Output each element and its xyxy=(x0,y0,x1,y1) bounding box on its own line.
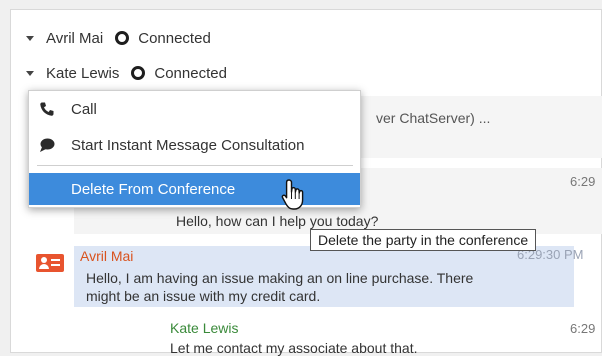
party-row-kate[interactable]: Kate Lewis Connected xyxy=(26,62,227,84)
menu-item-label: Start Instant Message Consultation xyxy=(71,136,305,154)
message-text: Let me contact my associate about that. xyxy=(170,340,418,356)
menu-item-label: Delete From Conference xyxy=(71,180,236,198)
party-status: Connected xyxy=(154,64,227,82)
menu-item-label: Call xyxy=(71,100,97,118)
hand-pointer-cursor-icon xyxy=(280,178,310,212)
chat-bubble-icon xyxy=(39,137,55,153)
menu-divider xyxy=(37,165,353,166)
contact-card-icon xyxy=(36,254,64,272)
party-status: Connected xyxy=(138,29,211,47)
message-text: Hello, I am having an issue making an on… xyxy=(86,270,474,304)
caret-down-icon[interactable] xyxy=(26,35,34,41)
party-row-avril[interactable]: Avril Mai Connected xyxy=(26,27,211,49)
menu-item-call[interactable]: Call xyxy=(29,93,360,125)
menu-item-start-im-consultation[interactable]: Start Instant Message Consultation xyxy=(29,129,360,161)
phone-icon xyxy=(39,101,55,117)
system-message-text: ver ChatServer) ... xyxy=(376,110,491,126)
message-sender: Kate Lewis xyxy=(170,320,239,336)
message-sender: Avril Mai xyxy=(80,248,134,264)
message-time: 6:29 xyxy=(570,321,596,336)
message-text: Hello, how can I help you today? xyxy=(176,213,379,229)
party-name: Avril Mai xyxy=(46,29,104,47)
party-name: Kate Lewis xyxy=(46,64,120,82)
message-time: 6:29 xyxy=(570,174,596,189)
tooltip: Delete the party in the conference xyxy=(310,229,537,251)
caret-down-icon[interactable] xyxy=(26,70,34,76)
menu-item-delete-from-conference[interactable]: Delete From Conference xyxy=(29,173,360,205)
connected-status-icon xyxy=(115,31,130,45)
connected-status-icon xyxy=(131,66,146,80)
party-action-menu: Call Start Instant Message Consultation … xyxy=(28,90,361,208)
